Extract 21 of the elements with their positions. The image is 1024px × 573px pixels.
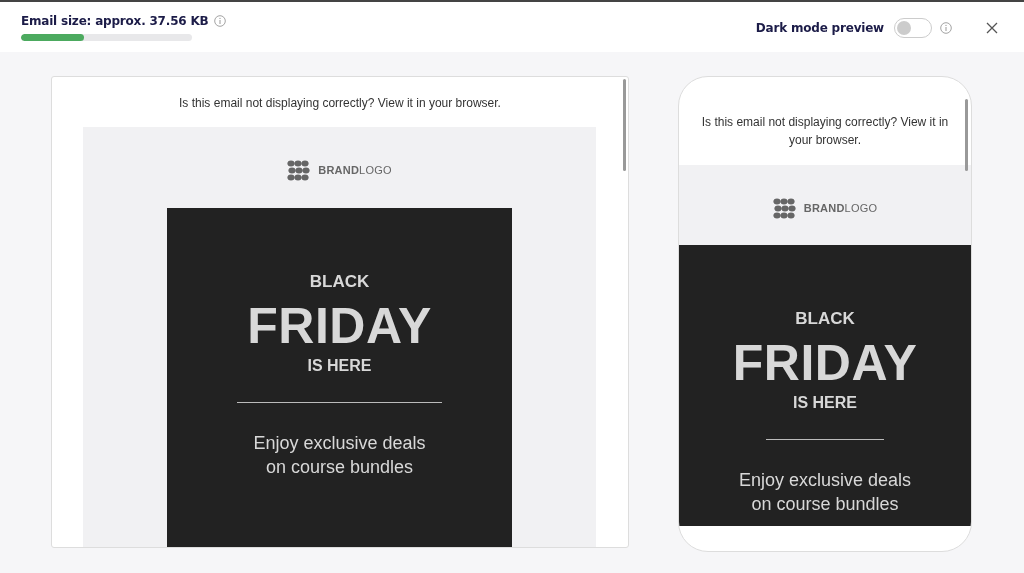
dark-mode-label: Dark mode preview [755,21,884,35]
hero-eyebrow: BLACK [794,309,856,329]
info-icon[interactable] [940,22,952,34]
brand-logo-text: BRANDLOGO [318,164,392,176]
info-icon[interactable] [214,15,227,27]
scrollbar[interactable] [965,99,968,171]
scrollbar[interactable] [623,79,626,171]
hero-subtitle: IS HERE [306,357,373,375]
brand-logo-text: BRANDLOGO [803,202,878,214]
hero-title: FRIDAY [731,335,919,391]
hero-subtitle: IS HERE [792,394,858,412]
hero-title: FRIDAY [246,298,433,354]
logo-icon [772,197,799,219]
dark-mode-toggle[interactable] [894,18,932,38]
close-icon[interactable] [986,22,998,34]
hero-body-text: Enjoy exclusive deals on course bundles [252,432,427,479]
hero-eyebrow: BLACK [308,272,371,292]
browser-view-notice: Is this email not displaying correctly? View it in your browser. [178,95,502,112]
browser-view-notice: Is this email not displaying correctly? View it in your browser. [700,114,950,149]
email-size-label: Email size: approx. 37.56 KB [21,14,209,28]
hero-body-text: Enjoy exclusive deals on course bundles [737,469,913,516]
